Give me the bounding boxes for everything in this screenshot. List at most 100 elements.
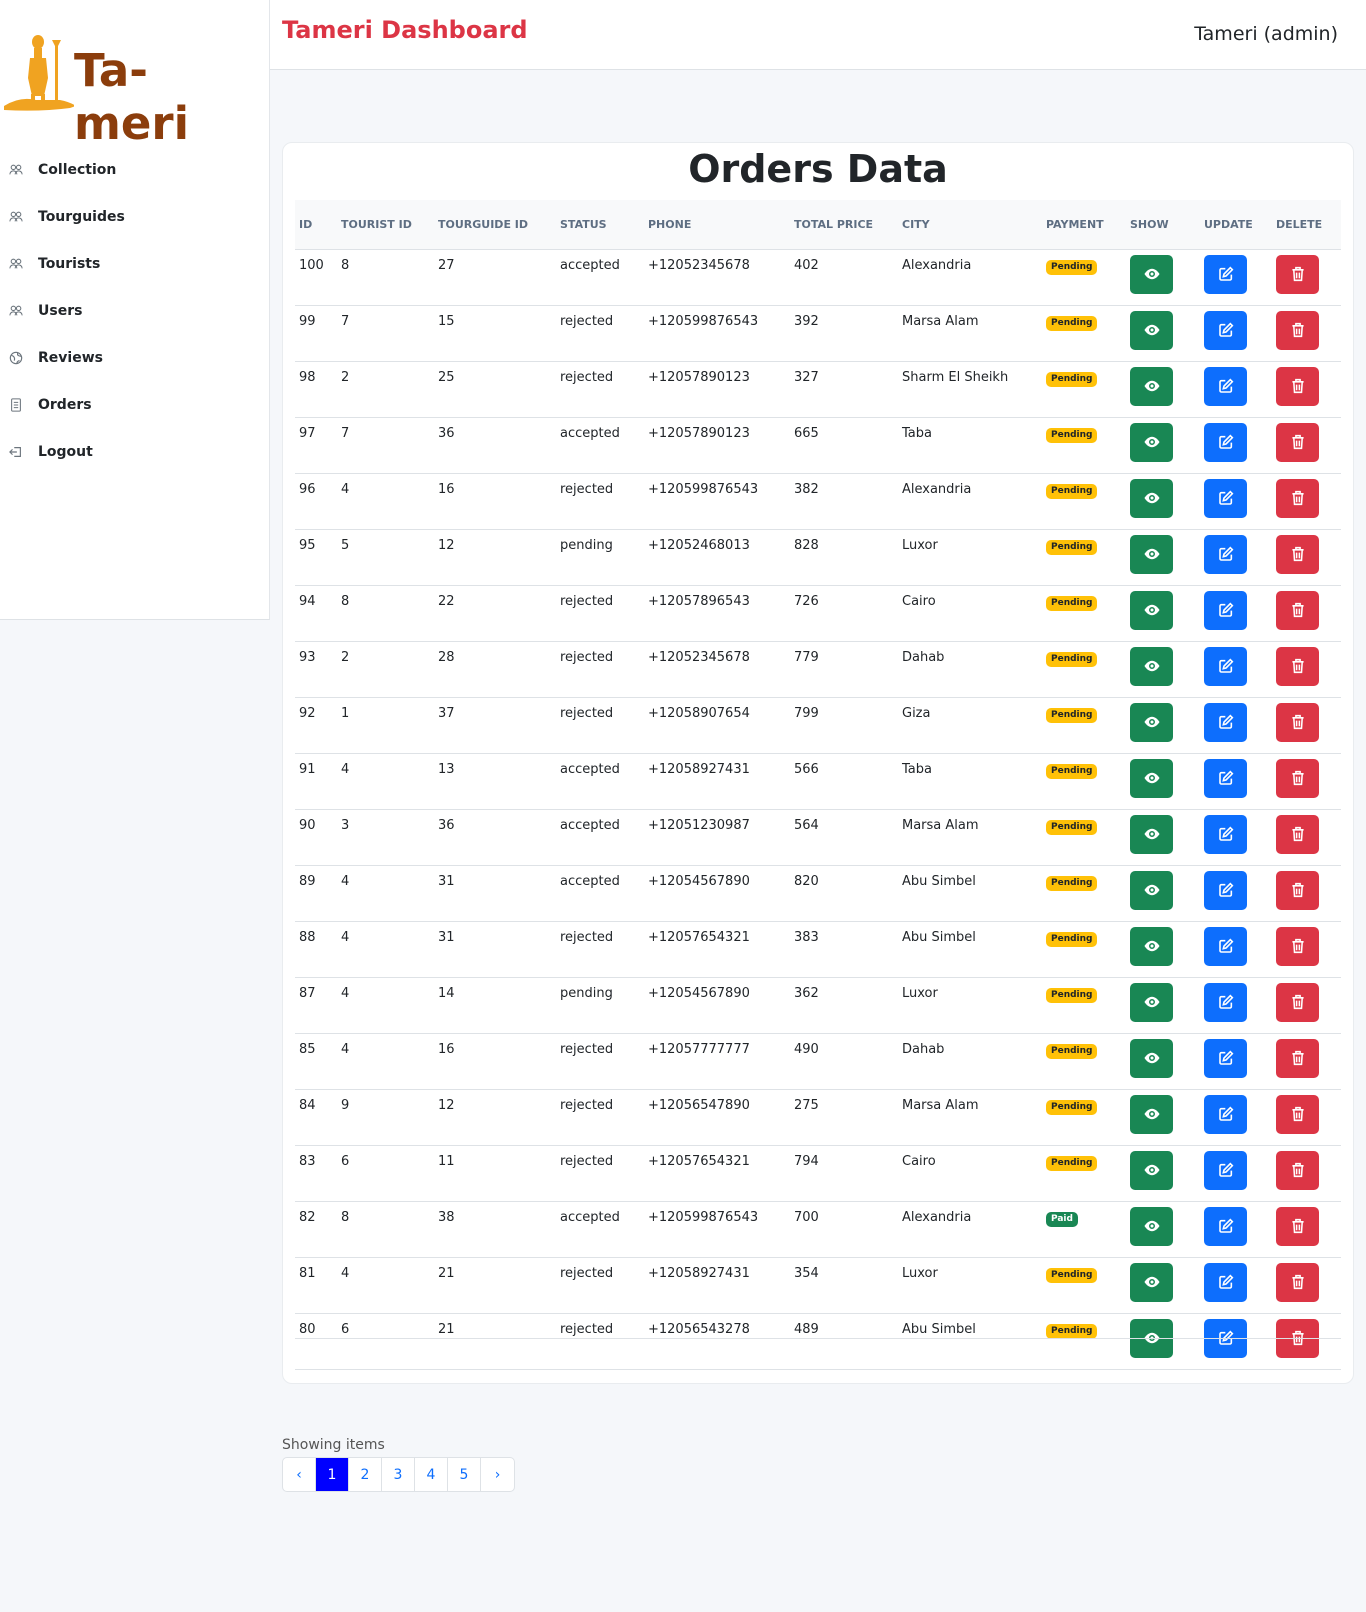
page-button-2[interactable]: 2: [349, 1458, 382, 1491]
update-button[interactable]: [1204, 1038, 1247, 1078]
cell-status: rejected: [560, 1265, 614, 1281]
update-button[interactable]: [1204, 366, 1247, 406]
edit-icon: [1218, 938, 1234, 954]
trash-icon: [1291, 658, 1305, 674]
delete-button[interactable]: [1276, 646, 1319, 686]
show-button[interactable]: [1130, 926, 1173, 966]
cell-phone: +12057896543: [648, 593, 750, 609]
sidebar-item-tourguides[interactable]: Tourguides: [0, 193, 262, 240]
show-button[interactable]: [1130, 758, 1173, 798]
pharaoh-logo-icon: [4, 35, 74, 111]
delete-button[interactable]: [1276, 1206, 1319, 1246]
show-button[interactable]: [1130, 646, 1173, 686]
eye-icon: [1143, 1105, 1161, 1123]
cell-phone: +12054567890: [648, 985, 750, 1001]
show-button[interactable]: [1130, 1038, 1173, 1078]
show-button[interactable]: [1130, 1150, 1173, 1190]
update-button[interactable]: [1204, 1150, 1247, 1190]
cell-total-price: 354: [794, 1265, 819, 1281]
delete-button[interactable]: [1276, 590, 1319, 630]
delete-button[interactable]: [1276, 478, 1319, 518]
show-button[interactable]: [1130, 310, 1173, 350]
page-next-button[interactable]: ›: [481, 1458, 514, 1491]
cell-show: [1126, 529, 1200, 585]
sidebar-item-tourists[interactable]: Tourists: [0, 240, 262, 287]
payment-status-badge: Pending: [1046, 931, 1098, 947]
cell-phone: +12058927431: [648, 761, 750, 777]
update-button[interactable]: [1204, 870, 1247, 910]
page-button-4[interactable]: 4: [415, 1458, 448, 1491]
table-row: 95 5 12 pending +12052468013 828 Luxor Pending: [295, 529, 1341, 585]
sidebar-item-orders[interactable]: Orders: [0, 381, 262, 428]
sidebar-item-label: Collection: [38, 161, 117, 178]
delete-button[interactable]: [1276, 814, 1319, 854]
update-button[interactable]: [1204, 310, 1247, 350]
cell-phone: +12056543278: [648, 1321, 750, 1337]
update-button[interactable]: [1204, 1094, 1247, 1134]
table-row: 94 8 22 rejected +12057896543 726 Cairo Pending: [295, 585, 1341, 641]
delete-button[interactable]: [1276, 310, 1319, 350]
delete-button[interactable]: [1276, 254, 1319, 294]
payment-status-badge: Pending: [1046, 875, 1098, 891]
page-button-1[interactable]: 1: [316, 1458, 349, 1491]
show-button[interactable]: [1130, 870, 1173, 910]
update-button[interactable]: [1204, 646, 1247, 686]
page-button-5[interactable]: 5: [448, 1458, 481, 1491]
delete-button[interactable]: [1276, 982, 1319, 1022]
show-button[interactable]: [1130, 422, 1173, 462]
show-button[interactable]: [1130, 982, 1173, 1022]
update-button[interactable]: [1204, 422, 1247, 462]
delete-button[interactable]: [1276, 1038, 1319, 1078]
update-button[interactable]: [1204, 982, 1247, 1022]
update-button[interactable]: [1204, 1206, 1247, 1246]
show-button[interactable]: [1130, 1206, 1173, 1246]
logo[interactable]: Ta-meri: [0, 28, 262, 150]
cell-payment: Pending: [1042, 1257, 1126, 1313]
delete-button[interactable]: [1276, 1262, 1319, 1302]
page-prev-button[interactable]: ‹: [283, 1458, 316, 1491]
update-button[interactable]: [1204, 254, 1247, 294]
delete-button[interactable]: [1276, 1150, 1319, 1190]
sidebar-item-reviews[interactable]: Reviews: [0, 334, 262, 381]
cell-show: [1126, 977, 1200, 1033]
show-button[interactable]: [1130, 814, 1173, 854]
show-button[interactable]: [1130, 702, 1173, 742]
cell-update: [1200, 1313, 1272, 1369]
delete-button[interactable]: [1276, 1094, 1319, 1134]
update-button[interactable]: [1204, 814, 1247, 854]
sidebar-item-users[interactable]: Users: [0, 287, 262, 334]
show-button[interactable]: [1130, 1094, 1173, 1134]
delete-button[interactable]: [1276, 366, 1319, 406]
delete-button[interactable]: [1276, 702, 1319, 742]
update-button[interactable]: [1204, 534, 1247, 574]
update-button[interactable]: [1204, 702, 1247, 742]
sidebar-item-logout[interactable]: Logout: [0, 428, 262, 475]
dashboard-title[interactable]: Tameri Dashboard: [282, 16, 528, 44]
update-button[interactable]: [1204, 1262, 1247, 1302]
sidebar-item-collection[interactable]: Collection: [0, 146, 262, 193]
delete-button[interactable]: [1276, 926, 1319, 966]
cell-city: Alexandria: [902, 257, 972, 273]
cell-update: [1200, 1089, 1272, 1145]
update-button[interactable]: [1204, 758, 1247, 798]
page-button-3[interactable]: 3: [382, 1458, 415, 1491]
delete-button[interactable]: [1276, 758, 1319, 798]
user-label[interactable]: Tameri (admin): [1194, 23, 1338, 45]
show-button[interactable]: [1130, 1262, 1173, 1302]
delete-button[interactable]: [1276, 870, 1319, 910]
column-header: PHONE: [648, 217, 692, 231]
show-button[interactable]: [1130, 478, 1173, 518]
column-header: STATUS: [560, 217, 607, 231]
delete-button[interactable]: [1276, 422, 1319, 462]
delete-button[interactable]: [1276, 534, 1319, 574]
cell-city: Sharm El Sheikh: [902, 369, 1009, 385]
update-button[interactable]: [1204, 478, 1247, 518]
show-button[interactable]: [1130, 590, 1173, 630]
show-button[interactable]: [1130, 534, 1173, 574]
update-button[interactable]: [1204, 926, 1247, 966]
cell-update: [1200, 977, 1272, 1033]
show-button[interactable]: [1130, 254, 1173, 294]
show-button[interactable]: [1130, 366, 1173, 406]
update-button[interactable]: [1204, 590, 1247, 630]
cell-tourguide-id: 11: [438, 1153, 455, 1169]
